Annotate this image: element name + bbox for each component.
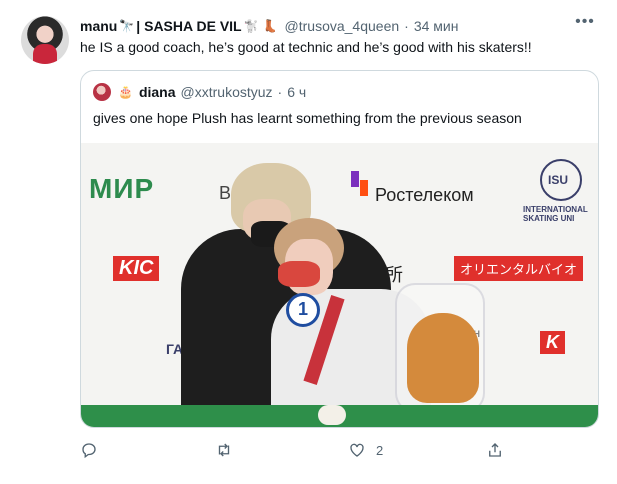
oriental-bio-logo: オリエンタルバイオ: [454, 256, 584, 281]
cake-emoji-icon: 🎂: [118, 85, 133, 99]
like-button[interactable]: 2: [348, 438, 383, 462]
quoted-tweet-photo[interactable]: МИР В Ростелеком ISU INTERNATIONAL SKATI…: [81, 143, 598, 427]
reply-icon: [82, 443, 96, 459]
tweet-timestamp[interactable]: 34 мин: [414, 18, 459, 34]
reply-button[interactable]: [80, 438, 98, 462]
kic-logo-right: K: [540, 331, 565, 354]
rostelecom-logo: Ростелеком: [375, 185, 474, 205]
quoted-tweet-timestamp: 6 ч: [287, 84, 307, 100]
tweet[interactable]: manu 🔭 | SASHA DE VIL 🐩 👢 @trusova_4quee…: [0, 0, 617, 484]
like-icon: [350, 443, 364, 457]
more-dots-icon[interactable]: •••: [573, 14, 597, 34]
isu-subtitle-line-1: INTERNATIONAL: [523, 205, 588, 214]
isu-subtitle-line-2: SKATING UNI: [523, 214, 575, 223]
skater-mask: [278, 261, 320, 287]
rostelecom-logo-mark: [351, 171, 369, 205]
separator-dot: ·: [404, 18, 409, 34]
teddy-bear: [407, 313, 479, 403]
telescope-emoji-icon: 🔭: [119, 19, 135, 33]
poodle-emoji-icon: 🐩: [243, 19, 259, 33]
author-name-suffix[interactable]: | SASHA DE VIL: [136, 18, 241, 34]
quoted-tweet[interactable]: 🎂 diana @xxtrukostyuz · 6 ч gives one ho…: [80, 70, 599, 428]
isu-subtitle: INTERNATIONAL SKATING UNI: [523, 205, 588, 223]
skate-guard: [318, 405, 346, 425]
quoted-tweet-text: gives one hope Plush has learnt somethin…: [93, 110, 522, 126]
share-button[interactable]: [486, 438, 504, 462]
tweet-actions: 2: [80, 438, 520, 462]
quoted-author-name: diana: [138, 84, 176, 100]
author-name[interactable]: manu: [80, 18, 117, 34]
quoted-author-handle: @xxtrukostyuz: [180, 84, 273, 100]
tweet-header: manu 🔭 | SASHA DE VIL 🐩 👢 @trusova_4quee…: [80, 16, 458, 36]
share-icon: [489, 443, 501, 457]
retweet-icon: [218, 443, 230, 457]
v-logo: В: [219, 183, 232, 203]
retweet-button[interactable]: [215, 438, 233, 462]
isu-logo: ISU: [548, 173, 569, 187]
separator-dot: ·: [277, 84, 283, 100]
like-count: 2: [376, 442, 384, 458]
channel-one-badge: 1: [286, 293, 320, 327]
tweet-text: he IS a good coach, he’s good at technic…: [80, 39, 532, 55]
quoted-author-avatar: [93, 83, 111, 101]
channel-one-label: 1: [298, 299, 309, 319]
author-avatar[interactable]: [21, 16, 69, 64]
kic-logo: KIC: [113, 256, 160, 281]
mir-logo: МИР: [89, 173, 155, 204]
author-handle[interactable]: @trusova_4queen: [285, 18, 400, 34]
boot-emoji-icon: 👢: [262, 19, 278, 33]
quoted-tweet-header: 🎂 diana @xxtrukostyuz · 6 ч: [93, 81, 306, 103]
